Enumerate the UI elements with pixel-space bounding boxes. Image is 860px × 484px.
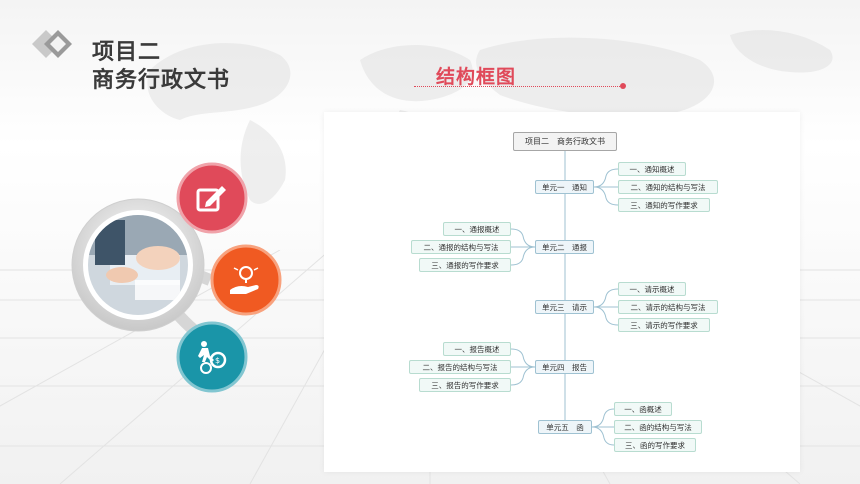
unit-node-4: 单元四 报告 [535,360,594,374]
business-photo [88,215,188,315]
leaf-node-3-3: 三、请示的写作要求 [618,318,710,332]
title-divider [414,86,622,87]
title-divider-dot [620,83,626,89]
leaf-node-5-2: 二、函的结构与写法 [614,420,702,434]
leaf-node-1-1: 一、通知概述 [618,162,686,176]
project-subtitle: 商务行政文书 [92,68,231,93]
leaf-node-2-3: 三、通报的写作要求 [419,258,511,272]
leaf-node-4-2: 二、报告的结构与写法 [409,360,511,374]
icon-cluster: $ [71,162,282,393]
leaf-node-1-3: 三、通知的写作要求 [618,198,710,212]
leaf-node-3-1: 一、请示概述 [618,282,686,296]
unit-node-5: 单元五 函 [538,420,592,434]
leaf-node-5-1: 一、函概述 [614,402,672,416]
unit-node-3: 单元三 请示 [535,300,594,314]
leaf-node-2-1: 一、通报概述 [443,222,511,236]
unit-node-2: 单元二 通报 [535,240,594,254]
diamond-logo-icon [32,30,72,58]
leaf-node-1-2: 二、通知的结构与写法 [618,180,718,194]
leaf-node-2-2: 二、通报的结构与写法 [411,240,511,254]
leaf-node-4-1: 一、报告概述 [443,342,511,356]
unit-node-1: 单元一 通知 [535,180,594,194]
leaf-node-5-3: 三、函的写作要求 [614,438,696,452]
section-title: 结构框图 [436,66,517,88]
svg-text:$: $ [215,356,220,365]
diagram-root-node: 项目二 商务行政文书 [513,132,617,151]
leaf-node-3-2: 二、请示的结构与写法 [618,300,718,314]
leaf-node-4-3: 三、报告的写作要求 [419,378,511,392]
structure-diagram-panel [324,112,800,472]
